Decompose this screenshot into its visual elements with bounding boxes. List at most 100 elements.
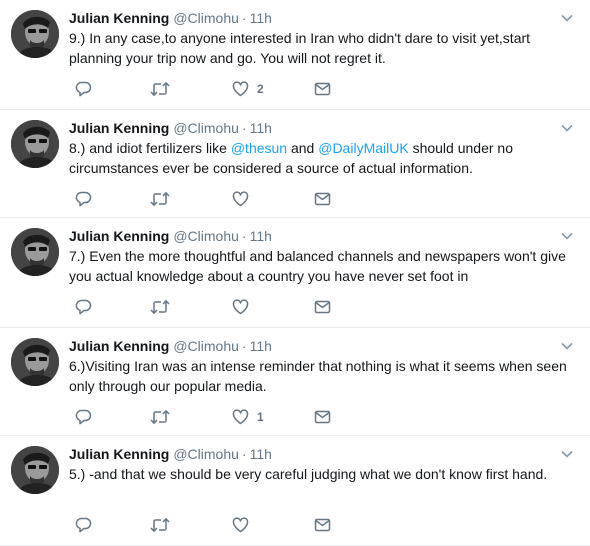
tweet[interactable]: Julian Kenning @Climohu · 11h 7.) Even the m… [0, 218, 590, 328]
retweet-button[interactable] [150, 516, 170, 534]
direct-message-button[interactable] [314, 408, 331, 426]
avatar[interactable] [11, 338, 59, 386]
avatar[interactable] [11, 446, 59, 494]
reply-icon [75, 409, 92, 425]
direct-message-button[interactable] [314, 298, 331, 316]
direct-message-button[interactable] [314, 516, 331, 534]
direct-message-button[interactable] [314, 80, 331, 98]
tweet[interactable]: Julian Kenning @Climohu · 11h 9.) In any cas… [0, 0, 590, 110]
reply-button[interactable] [75, 298, 92, 316]
heart-icon [232, 517, 249, 533]
retweet-icon [150, 517, 170, 533]
reply-icon [75, 191, 92, 207]
chevron-down-icon[interactable] [559, 121, 575, 135]
tweet-actions [69, 516, 569, 534]
tweet-actions: 1 [69, 408, 569, 426]
mention-link[interactable]: @DailyMailUK [318, 140, 408, 156]
chevron-down-icon[interactable] [559, 229, 575, 243]
like-button[interactable] [232, 190, 249, 208]
tweet-text-segment: 7.) Even the more thoughtful and balance… [69, 248, 570, 284]
tweet-text: 7.) Even the more thoughtful and balance… [69, 246, 583, 286]
separator-dot: · [241, 446, 247, 462]
like-button[interactable]: 1 [232, 408, 264, 426]
heart-icon [232, 81, 249, 97]
avatar[interactable] [11, 120, 59, 168]
tweet[interactable]: Julian Kenning @Climohu · 11h 6.)Visiting Ir… [0, 328, 590, 436]
retweet-button[interactable] [150, 408, 170, 426]
envelope-icon [314, 192, 331, 206]
reply-button[interactable] [75, 408, 92, 426]
tweet-actions [69, 190, 569, 208]
author-handle[interactable]: @Climohu [173, 120, 239, 136]
tweet-text-segment: 8.) and idiot fertilizers like [69, 140, 231, 156]
author-name[interactable]: Julian Kenning [69, 446, 169, 462]
tweet-text: 8.) and idiot fertilizers like @thesun a… [69, 138, 583, 178]
avatar[interactable] [11, 10, 59, 58]
envelope-icon [314, 300, 331, 314]
likes-count: 2 [257, 82, 264, 96]
reply-icon [75, 299, 92, 315]
reply-button[interactable] [75, 190, 92, 208]
reply-button[interactable] [75, 80, 92, 98]
tweet-text-segment: 9.) In any case,to anyone interested in … [69, 30, 534, 66]
separator-dot: · [241, 120, 247, 136]
likes-count: 1 [257, 410, 264, 424]
heart-icon [232, 409, 249, 425]
reply-icon [75, 517, 92, 533]
tweet-text-segment: 5.) -and that we should be very careful … [69, 466, 548, 482]
retweet-icon [150, 81, 170, 97]
tweet-header: Julian Kenning @Climohu · 11h [69, 9, 272, 27]
tweet-header: Julian Kenning @Climohu · 11h [69, 445, 272, 463]
tweet-text-segment: and [287, 140, 319, 156]
direct-message-button[interactable] [314, 190, 331, 208]
tweet-timestamp[interactable]: 11h [250, 446, 272, 462]
reply-button[interactable] [75, 516, 92, 534]
author-handle[interactable]: @Climohu [173, 338, 239, 354]
author-name[interactable]: Julian Kenning [69, 120, 169, 136]
chevron-down-icon[interactable] [559, 447, 575, 461]
author-handle[interactable]: @Climohu [173, 10, 239, 26]
separator-dot: · [241, 228, 247, 244]
like-button[interactable]: 2 [232, 80, 264, 98]
chevron-down-icon[interactable] [559, 11, 575, 25]
tweet[interactable]: Julian Kenning @Climohu · 11h 5.) -and that … [0, 436, 590, 546]
envelope-icon [314, 518, 331, 532]
retweet-button[interactable] [150, 80, 170, 98]
tweet-text: 9.) In any case,to anyone interested in … [69, 28, 583, 68]
tweet-text-segment: 6.)Visiting Iran was an intense reminder… [69, 358, 571, 394]
like-button[interactable] [232, 516, 249, 534]
tweet-timestamp[interactable]: 11h [250, 10, 272, 26]
heart-icon [232, 299, 249, 315]
author-name[interactable]: Julian Kenning [69, 338, 169, 354]
retweet-icon [150, 191, 170, 207]
tweet-text: 5.) -and that we should be very careful … [69, 464, 583, 484]
author-handle[interactable]: @Climohu [173, 228, 239, 244]
tweet-header: Julian Kenning @Climohu · 11h [69, 119, 272, 137]
reply-icon [75, 81, 92, 97]
author-name[interactable]: Julian Kenning [69, 228, 169, 244]
tweet-actions [69, 298, 569, 316]
tweet-actions: 2 [69, 80, 569, 98]
retweet-icon [150, 409, 170, 425]
envelope-icon [314, 82, 331, 96]
tweet-timestamp[interactable]: 11h [250, 228, 272, 244]
author-handle[interactable]: @Climohu [173, 446, 239, 462]
retweet-button[interactable] [150, 190, 170, 208]
tweet-timeline: Julian Kenning @Climohu · 11h 9.) In any cas… [0, 0, 590, 546]
tweet-header: Julian Kenning @Climohu · 11h [69, 227, 272, 245]
mention-link[interactable]: @thesun [231, 140, 287, 156]
separator-dot: · [241, 338, 247, 354]
retweet-button[interactable] [150, 298, 170, 316]
tweet-timestamp[interactable]: 11h [250, 338, 272, 354]
author-name[interactable]: Julian Kenning [69, 10, 169, 26]
separator-dot: · [241, 10, 247, 26]
envelope-icon [314, 410, 331, 424]
like-button[interactable] [232, 298, 249, 316]
chevron-down-icon[interactable] [559, 339, 575, 353]
tweet-header: Julian Kenning @Climohu · 11h [69, 337, 272, 355]
tweet-text: 6.)Visiting Iran was an intense reminder… [69, 356, 583, 396]
heart-icon [232, 191, 249, 207]
avatar[interactable] [11, 228, 59, 276]
tweet[interactable]: Julian Kenning @Climohu · 11h 8.) and idiot … [0, 110, 590, 218]
tweet-timestamp[interactable]: 11h [250, 120, 272, 136]
